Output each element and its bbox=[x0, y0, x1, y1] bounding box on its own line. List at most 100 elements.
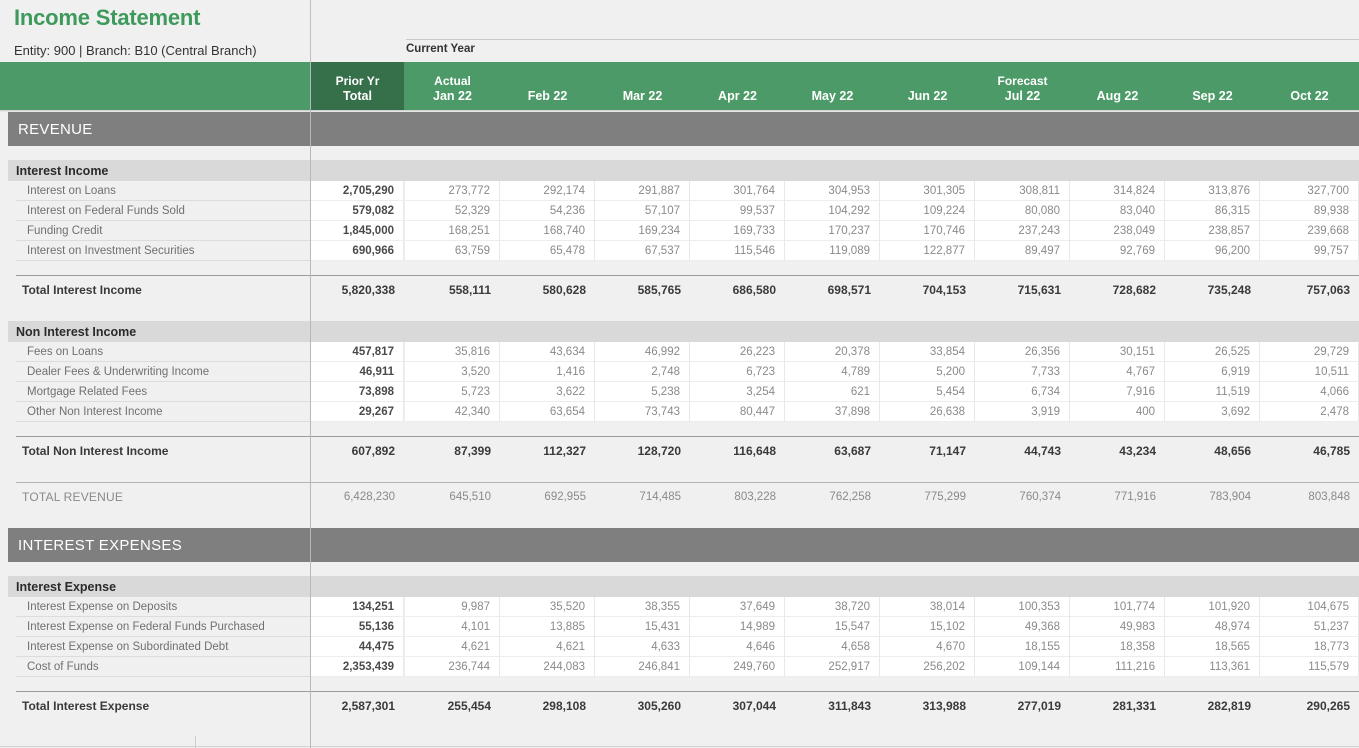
group-band-right bbox=[311, 576, 1359, 597]
subtotal-value-jan22: 558,111 bbox=[405, 275, 500, 305]
subtotal-value-jul22: 44,743 bbox=[975, 436, 1070, 466]
grand-total-value-oct22: 803,848 bbox=[1260, 482, 1359, 512]
line-item-value-oct22: 104,675 bbox=[1260, 597, 1359, 617]
line-item-value-jun22: 15,102 bbox=[880, 617, 975, 637]
column-header-row: Prior YrTotalActualJan 22 Feb 22 Mar 22 … bbox=[0, 62, 1359, 110]
line-item-value-may22: 104,292 bbox=[785, 201, 880, 221]
line-item-label: Dealer Fees & Underwriting Income bbox=[27, 362, 209, 382]
column-header-jan22[interactable]: ActualJan 22 bbox=[405, 62, 500, 110]
grand-total-row: TOTAL REVENUE6,428,230645,510692,955714,… bbox=[0, 482, 1359, 514]
grand-total-value-jan22: 645,510 bbox=[405, 482, 500, 512]
line-item-row: Interest Expense on Subordinated Debt 44,… bbox=[0, 637, 1359, 657]
column-header-aug22[interactable]: Aug 22 bbox=[1070, 62, 1165, 110]
line-item-value-mar22: 5,238 bbox=[595, 382, 690, 402]
column-header-jul22[interactable]: ForecastJul 22 bbox=[975, 62, 1070, 110]
column-header-label-may22: May 22 bbox=[812, 89, 854, 104]
column-header-feb22[interactable]: Feb 22 bbox=[500, 62, 595, 110]
line-item-value-apr22: 4,646 bbox=[690, 637, 785, 657]
subtotal-value-jul22: 715,631 bbox=[975, 275, 1070, 305]
line-item-value-oct22: 4,066 bbox=[1260, 382, 1359, 402]
frozen-pane-divider bbox=[310, 62, 311, 748]
line-item-value-may22: 621 bbox=[785, 382, 880, 402]
column-header-label-prior: Total bbox=[343, 89, 372, 104]
spacer-row bbox=[0, 146, 1359, 160]
line-item-value-oct22: 89,938 bbox=[1260, 201, 1359, 221]
current-year-label: Current Year bbox=[406, 43, 475, 55]
line-item-value-oct22: 2,478 bbox=[1260, 402, 1359, 422]
column-header-apr22[interactable]: Apr 22 bbox=[690, 62, 785, 110]
column-header-label-jun22: Jun 22 bbox=[908, 89, 948, 104]
line-item-value-jul22: 3,919 bbox=[975, 402, 1070, 422]
line-item-value-jan22: 9,987 bbox=[405, 597, 500, 617]
column-header-may22[interactable]: May 22 bbox=[785, 62, 880, 110]
subtotal-value-jul22: 277,019 bbox=[975, 691, 1070, 721]
column-header-label-feb22: Feb 22 bbox=[528, 89, 568, 104]
column-header-label-mar22: Mar 22 bbox=[623, 89, 663, 104]
section-header-row: INTEREST EXPENSES bbox=[0, 528, 1359, 562]
line-item-value-mar22: 67,537 bbox=[595, 241, 690, 261]
title-pane-divider bbox=[310, 0, 311, 62]
line-item-value-prior: 44,475 bbox=[311, 637, 404, 657]
spacer-row bbox=[0, 468, 1359, 482]
line-item-label: Funding Credit bbox=[27, 221, 102, 241]
line-item-label: Fees on Loans bbox=[27, 342, 103, 362]
line-item-value-feb22: 3,622 bbox=[500, 382, 595, 402]
line-item-value-jul22: 237,243 bbox=[975, 221, 1070, 241]
line-item-value-sep22: 6,919 bbox=[1165, 362, 1260, 382]
line-item-value-feb22: 168,740 bbox=[500, 221, 595, 241]
subtotal-value-apr22: 116,648 bbox=[690, 436, 785, 466]
line-item-label: Interest Expense on Subordinated Debt bbox=[27, 637, 228, 657]
line-item-row: Interest on Investment Securities690,966… bbox=[0, 241, 1359, 261]
column-header-mar22[interactable]: Mar 22 bbox=[595, 62, 690, 110]
line-item-value-may22: 38,720 bbox=[785, 597, 880, 617]
column-header-label-oct22: Oct 22 bbox=[1290, 89, 1328, 104]
line-item-value-apr22: 3,254 bbox=[690, 382, 785, 402]
group-header-row: Interest Income bbox=[0, 160, 1359, 181]
line-item-value-feb22: 13,885 bbox=[500, 617, 595, 637]
line-item-value-mar22: 246,841 bbox=[595, 657, 690, 677]
subtotal-value-mar22: 585,765 bbox=[595, 275, 690, 305]
subtotal-value-feb22: 298,108 bbox=[500, 691, 595, 721]
line-item-value-aug22: 101,774 bbox=[1070, 597, 1165, 617]
line-item-value-jul22: 308,811 bbox=[975, 181, 1070, 201]
line-item-row: Interest Expense on Deposits134,2519,987… bbox=[0, 597, 1359, 617]
line-item-value-aug22: 49,983 bbox=[1070, 617, 1165, 637]
statement-body: REVENUEInterest IncomeInterest on Loans2… bbox=[0, 112, 1359, 723]
line-item-value-prior: 134,251 bbox=[311, 597, 404, 617]
line-item-value-apr22: 37,649 bbox=[690, 597, 785, 617]
subtotal-value-prior: 5,820,338 bbox=[311, 275, 404, 305]
column-header-oct22[interactable]: Oct 22 bbox=[1260, 62, 1359, 110]
line-item-row: Cost of Funds2,353,439236,744244,083246,… bbox=[0, 657, 1359, 677]
line-item-value-oct22: 115,579 bbox=[1260, 657, 1359, 677]
subtotal-row: Total Interest Income5,820,338558,111580… bbox=[0, 275, 1359, 307]
line-item-value-feb22: 65,478 bbox=[500, 241, 595, 261]
grand-total-value-may22: 762,258 bbox=[785, 482, 880, 512]
line-item-row: Mortgage Related Fees73,8985,7233,6225,2… bbox=[0, 382, 1359, 402]
subtotal-value-may22: 698,571 bbox=[785, 275, 880, 305]
line-item-label: Interest Expense on Federal Funds Purcha… bbox=[27, 617, 265, 637]
line-item-value-prior: 690,966 bbox=[311, 241, 404, 261]
group-header-label: Interest Expense bbox=[16, 576, 116, 597]
spacer-row bbox=[0, 677, 1359, 691]
line-item-value-oct22: 327,700 bbox=[1260, 181, 1359, 201]
income-statement-sheet: Income Statement Entity: 900 | Branch: B… bbox=[0, 0, 1359, 748]
line-item-value-may22: 15,547 bbox=[785, 617, 880, 637]
line-item-value-may22: 37,898 bbox=[785, 402, 880, 422]
line-item-value-oct22: 10,511 bbox=[1260, 362, 1359, 382]
column-header-super-prior: Prior Yr bbox=[336, 74, 380, 89]
line-item-row: Dealer Fees & Underwriting Income46,9113… bbox=[0, 362, 1359, 382]
page-title: Income Statement bbox=[14, 5, 200, 31]
line-item-value-jun22: 5,200 bbox=[880, 362, 975, 382]
subtotal-value-apr22: 686,580 bbox=[690, 275, 785, 305]
subtotal-value-sep22: 735,248 bbox=[1165, 275, 1260, 305]
line-item-value-may22: 304,953 bbox=[785, 181, 880, 201]
subtotal-value-aug22: 43,234 bbox=[1070, 436, 1165, 466]
subtotal-value-jun22: 313,988 bbox=[880, 691, 975, 721]
line-item-value-aug22: 238,049 bbox=[1070, 221, 1165, 241]
section-header-label: REVENUE bbox=[18, 112, 93, 146]
line-item-value-jun22: 256,202 bbox=[880, 657, 975, 677]
column-header-prior[interactable]: Prior YrTotal bbox=[311, 62, 404, 110]
column-header-sep22[interactable]: Sep 22 bbox=[1165, 62, 1260, 110]
line-item-value-prior: 1,845,000 bbox=[311, 221, 404, 241]
column-header-jun22[interactable]: Jun 22 bbox=[880, 62, 975, 110]
